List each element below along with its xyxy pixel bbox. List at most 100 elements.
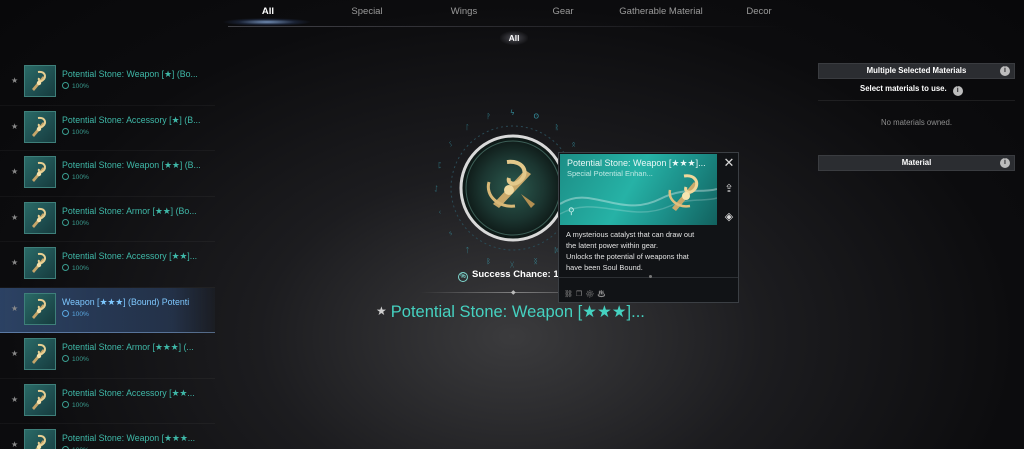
- list-item[interactable]: ★ Potential Stone: Armor [★★★] (... 100%: [0, 333, 215, 379]
- tab-wings[interactable]: Wings: [451, 6, 477, 17]
- tooltip-desc-line: the latent power within gear.: [566, 241, 659, 250]
- item-name: Potential Stone: Accessory [★★]...: [62, 251, 198, 261]
- multiple-selected-materials-header: Multiple Selected Materials i: [818, 63, 1015, 79]
- list-item[interactable]: ★ Potential Stone: Weapon [★] (Bo... 100%: [0, 60, 215, 106]
- item-rate-value: 100%: [72, 265, 89, 272]
- select-materials-label: Select materials to use.: [860, 84, 947, 93]
- rune-glyph: ᛊ: [449, 140, 453, 148]
- tab-special[interactable]: Special: [351, 6, 382, 17]
- favorite-star-icon[interactable]: ★: [376, 304, 387, 318]
- percent-icon: [62, 309, 69, 317]
- stack-icon: ❐: [575, 291, 586, 298]
- material-header: Material i: [818, 155, 1015, 171]
- info-icon[interactable]: i: [1000, 158, 1010, 168]
- item-rate-value: 100%: [72, 401, 89, 409]
- success-chance: % Success Chance: 100: [458, 269, 569, 282]
- rune-glyph: ᛝ: [534, 257, 538, 265]
- favorite-star-icon[interactable]: ★: [11, 167, 18, 176]
- item-name: Potential Stone: Armor [★★★] (...: [62, 342, 194, 352]
- favorite-star-icon[interactable]: ★: [11, 304, 18, 313]
- rune-glyph: ᚱ: [555, 124, 559, 132]
- item-tooltip: Potential Stone: Weapon [★★★]... Special…: [558, 152, 739, 303]
- list-item[interactable]: ★Potential Stone: Weapon [★★★...100%: [0, 424, 215, 449]
- list-item[interactable]: ★ Weapon [★★★] (Bound) Potenti 100%: [0, 287, 215, 333]
- list-item[interactable]: ★ Potential Stone: Accessory [★★]... 100%: [0, 242, 215, 288]
- item-name: Weapon [★★★] (Bound) Potenti: [62, 296, 190, 307]
- percent-icon: [62, 264, 69, 271]
- rune-glyph: ᛃ: [449, 230, 453, 238]
- bound-icon: ⛓: [564, 291, 576, 298]
- item-success-rate: 100%: [62, 127, 89, 136]
- favorite-star-icon[interactable]: ★: [11, 440, 18, 449]
- tooltip-description: A mysterious catalyst that can draw out …: [566, 229, 726, 273]
- equip-up-icon[interactable]: ⇪: [721, 181, 737, 197]
- close-icon[interactable]: ✕: [721, 155, 737, 171]
- subtab-all[interactable]: All: [500, 31, 528, 45]
- right-panel-divider: [818, 100, 1015, 101]
- potential-stone-icon: [668, 174, 699, 211]
- favorite-star-icon[interactable]: ★: [11, 349, 18, 358]
- potential-stone-icon: [24, 247, 56, 279]
- percent-icon: [62, 127, 69, 135]
- list-item[interactable]: ★ Potential Stone: Weapon [★★] (B... 100%: [0, 151, 215, 197]
- percent-icon: [62, 173, 69, 180]
- item-name: Potential Stone: Accessory [★★...: [62, 387, 195, 398]
- item-name: Potential Stone: Weapon [★] (Bo...: [62, 69, 198, 79]
- favorite-star-icon[interactable]: ★: [11, 213, 18, 222]
- multiple-selected-materials-label: Multiple Selected Materials: [866, 66, 967, 75]
- rune-glyph: ᛚ: [465, 124, 469, 132]
- selected-item-name: Potential Stone: Weapon [★★★]...: [390, 303, 645, 321]
- percent-icon: [62, 400, 69, 408]
- tab-all[interactable]: All: [262, 6, 274, 17]
- potential-stone-icon: [24, 383, 56, 416]
- item-name: Potential Stone: Armor [★★] (Bo...: [62, 205, 197, 216]
- item-name: Potential Stone: Weapon [★★★...: [62, 433, 196, 443]
- percent-icon: [62, 218, 69, 226]
- select-materials-prompt: Select materials to use. i: [860, 84, 963, 96]
- list-item[interactable]: ★ Potential Stone: Accessory [★★... 100%: [0, 379, 215, 424]
- favorite-star-icon[interactable]: ★: [11, 395, 18, 404]
- rune-glyph: ᛇ: [434, 185, 438, 193]
- potential-stone-icon: [24, 201, 56, 234]
- item-rate-value: 100%: [72, 356, 89, 363]
- rune-glyph: ʘ: [534, 113, 540, 121]
- potential-stone-icon: [24, 110, 56, 143]
- item-list: ★ Potential Stone: Weapon [★] (Bo... 100% ★…: [0, 60, 215, 449]
- favorite-star-icon[interactable]: ★: [11, 122, 18, 131]
- trade-icon: ⚙: [585, 291, 598, 298]
- selected-item-title: ★ Potential Stone: Weapon [★★★]...: [376, 302, 645, 322]
- info-icon[interactable]: i: [1000, 66, 1010, 76]
- share-icon[interactable]: ⚲: [568, 206, 575, 217]
- favorite-star-icon[interactable]: ★: [11, 258, 18, 267]
- diamond-tag-icon[interactable]: ◈: [721, 209, 737, 225]
- item-success-rate: 100%: [62, 309, 89, 318]
- tooltip-desc-line: A mysterious catalyst that can draw out: [566, 230, 695, 239]
- item-rate-value: 100%: [72, 128, 89, 136]
- tab-gatherable-material[interactable]: Gatherable Material: [619, 6, 702, 17]
- tooltip-separator-dot: [649, 275, 652, 278]
- potential-stone-icon: [24, 338, 56, 370]
- tab-divider: [228, 26, 788, 27]
- tab-gear[interactable]: Gear: [552, 6, 573, 17]
- list-item[interactable]: ★ Potential Stone: Armor [★★] (Bo... 100%: [0, 197, 215, 242]
- material-label: Material: [901, 158, 932, 167]
- item-success-rate: 100%: [62, 173, 89, 181]
- rune-glyph: ᚹ: [487, 113, 491, 121]
- category-tabbar: All Special Wings Gear Gatherable Materi…: [0, 0, 1024, 27]
- tab-decor[interactable]: Decor: [746, 6, 771, 17]
- list-item[interactable]: ★ Potential Stone: Accessory [★] (B... 100…: [0, 106, 215, 151]
- info-icon[interactable]: i: [952, 86, 963, 96]
- destroy-icon: ♨: [597, 291, 609, 298]
- item-success-rate: 100%: [62, 400, 89, 409]
- item-rate-value: 100%: [72, 174, 89, 181]
- tooltip-item-subtitle: Special Potential Enhan...: [567, 169, 653, 178]
- rune-glyph: ᛟ: [572, 140, 576, 148]
- tooltip-header: Potential Stone: Weapon [★★★]... Special…: [560, 154, 717, 225]
- rune-glyph: ᚲ: [438, 209, 442, 217]
- center-divider-ornament: ◆: [511, 290, 516, 296]
- rune-glyph: ᚷ: [510, 261, 515, 269]
- potential-stone-icon: [24, 156, 56, 188]
- success-chance-label: Success Chance: 100: [472, 269, 570, 280]
- potential-stone-icon: [24, 65, 56, 97]
- favorite-star-icon[interactable]: ★: [11, 76, 18, 85]
